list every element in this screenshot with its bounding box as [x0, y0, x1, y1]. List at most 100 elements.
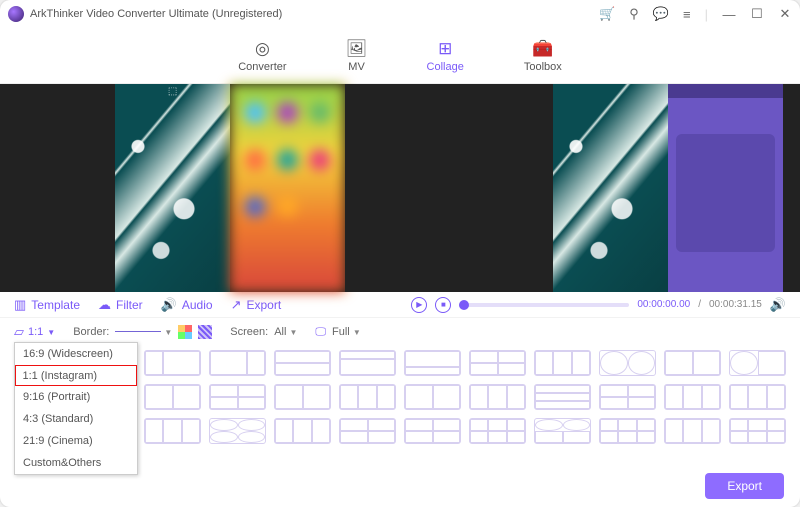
template-item[interactable] — [469, 418, 526, 444]
template-item[interactable] — [144, 350, 201, 376]
feedback-icon[interactable]: 💬 — [653, 6, 669, 22]
template-item[interactable] — [534, 350, 591, 376]
template-item[interactable] — [599, 384, 656, 410]
app-window: ArkThinker Video Converter Ultimate (Unr… — [0, 0, 800, 507]
chevron-down-icon: ▼ — [47, 328, 55, 337]
screen-value: All — [274, 326, 286, 338]
maximize-button[interactable]: ☐ — [750, 6, 764, 22]
border-label: Border: — [73, 326, 109, 338]
ratio-option-4-3[interactable]: 4:3 (Standard) — [15, 408, 137, 430]
titlebar-actions: 🛒 ⚲ 💬 ≡ | — ☐ ✕ — [599, 6, 792, 22]
collage-cell-1[interactable]: ⬚ — [115, 84, 230, 292]
collage-cell-3[interactable] — [553, 84, 668, 292]
screen-select[interactable]: All ▼ — [274, 326, 297, 338]
collage-cell-2-selected[interactable] — [230, 84, 345, 292]
border-pattern-picker[interactable] — [198, 325, 212, 339]
template-item[interactable] — [339, 418, 396, 444]
template-item[interactable] — [664, 384, 721, 410]
play-button[interactable]: ▶ — [411, 297, 427, 313]
collage-icon: ⊞ — [435, 39, 455, 59]
close-button[interactable]: ✕ — [778, 6, 792, 22]
tab-audio[interactable]: 🔊 Audio — [161, 297, 213, 313]
preview-pad-left — [0, 84, 115, 292]
template-item[interactable] — [664, 418, 721, 444]
screen-label: Screen: — [230, 326, 268, 338]
menu-icon[interactable]: ≡ — [683, 7, 691, 22]
template-item[interactable] — [599, 350, 656, 376]
template-item[interactable] — [404, 384, 461, 410]
template-item[interactable] — [339, 384, 396, 410]
ratio-option-9-16[interactable]: 9:16 (Portrait) — [15, 386, 137, 408]
sub-toolbar: ▥ Template ☁ Filter 🔊 Audio ↗Export ▶ ■ 00:… — [0, 292, 800, 318]
tab-label: Template — [31, 298, 80, 312]
border-color-picker[interactable] — [178, 325, 192, 339]
ratio-option-custom[interactable]: Custom&Others — [15, 452, 137, 474]
converter-icon: ◎ — [252, 39, 272, 59]
ratio-dropdown-trigger[interactable]: ▱ 1:1 ▼ — [14, 324, 55, 340]
export-icon: ↗ — [231, 297, 242, 313]
border-control: Border: ▼ — [73, 325, 212, 339]
display-icon: 🖵 — [315, 326, 326, 339]
filter-icon: ☁ — [98, 297, 111, 313]
template-item[interactable] — [144, 418, 201, 444]
template-item[interactable] — [274, 350, 331, 376]
template-item[interactable] — [729, 350, 786, 376]
clip-icon: ⬚ — [168, 86, 177, 97]
export-button[interactable]: Export — [705, 473, 784, 499]
app-logo-icon — [8, 6, 24, 22]
template-item[interactable] — [144, 384, 201, 410]
template-item[interactable] — [664, 350, 721, 376]
nav-mv[interactable]: 🖼 MV — [347, 39, 367, 73]
tab-label: Filter — [116, 298, 143, 312]
tab-label: Audio — [182, 298, 213, 312]
template-item[interactable] — [534, 384, 591, 410]
template-item[interactable] — [404, 350, 461, 376]
nav-label: Converter — [238, 61, 286, 73]
timeline-slider[interactable] — [459, 303, 629, 307]
ratio-icon: ▱ — [14, 324, 24, 340]
cart-icon[interactable]: 🛒 — [599, 6, 615, 22]
border-style-select[interactable]: ▼ — [115, 326, 172, 338]
collage-cell-4[interactable] — [668, 84, 783, 292]
timeline-knob[interactable] — [459, 300, 469, 310]
screen-control: Screen: All ▼ — [230, 326, 297, 338]
template-item[interactable] — [599, 418, 656, 444]
preview-pad-right — [783, 84, 800, 292]
ratio-option-16-9[interactable]: 16:9 (Widescreen) — [15, 343, 137, 365]
nav-toolbox[interactable]: 🧰 Toolbox — [524, 39, 562, 73]
ratio-value: 1:1 — [28, 326, 43, 338]
template-item[interactable] — [469, 350, 526, 376]
template-item[interactable] — [209, 418, 266, 444]
nav-label: Toolbox — [524, 61, 562, 73]
tab-filter[interactable]: ☁ Filter — [98, 297, 143, 313]
volume-icon[interactable]: 🔊 — [770, 297, 786, 313]
template-item[interactable] — [469, 384, 526, 410]
template-item[interactable] — [729, 384, 786, 410]
nav-collage[interactable]: ⊞ Collage — [427, 39, 464, 73]
template-item[interactable] — [274, 418, 331, 444]
tab-export[interactable]: ↗Export — [231, 297, 282, 313]
template-item[interactable] — [339, 350, 396, 376]
nav-converter[interactable]: ◎ Converter — [238, 39, 286, 73]
mv-icon: 🖼 — [347, 39, 367, 59]
tab-template[interactable]: ▥ Template — [14, 297, 80, 313]
playback-controls: ▶ ■ 00:00:00.00/00:00:31.15 🔊 — [411, 297, 786, 313]
template-item[interactable] — [209, 384, 266, 410]
fill-select[interactable]: Full ▼ — [332, 326, 361, 338]
template-icon: ▥ — [14, 297, 26, 313]
ratio-option-21-9[interactable]: 21:9 (Cinema) — [15, 430, 137, 452]
ratio-option-1-1-highlighted[interactable]: 1:1 (Instagram) — [15, 365, 137, 386]
stop-button[interactable]: ■ — [435, 297, 451, 313]
audio-icon: 🔊 — [161, 297, 177, 313]
template-item[interactable] — [274, 384, 331, 410]
nav-label: MV — [348, 61, 365, 73]
ratio-dropdown-menu: 16:9 (Widescreen) 1:1 (Instagram) 9:16 (… — [14, 342, 138, 475]
collage-preview: ⬚ — [0, 84, 800, 292]
template-item[interactable] — [209, 350, 266, 376]
template-item[interactable] — [534, 418, 591, 444]
minimize-button[interactable]: — — [722, 7, 736, 22]
template-item[interactable] — [404, 418, 461, 444]
window-title: ArkThinker Video Converter Ultimate (Unr… — [30, 8, 282, 20]
template-item[interactable] — [729, 418, 786, 444]
key-icon[interactable]: ⚲ — [629, 6, 639, 22]
